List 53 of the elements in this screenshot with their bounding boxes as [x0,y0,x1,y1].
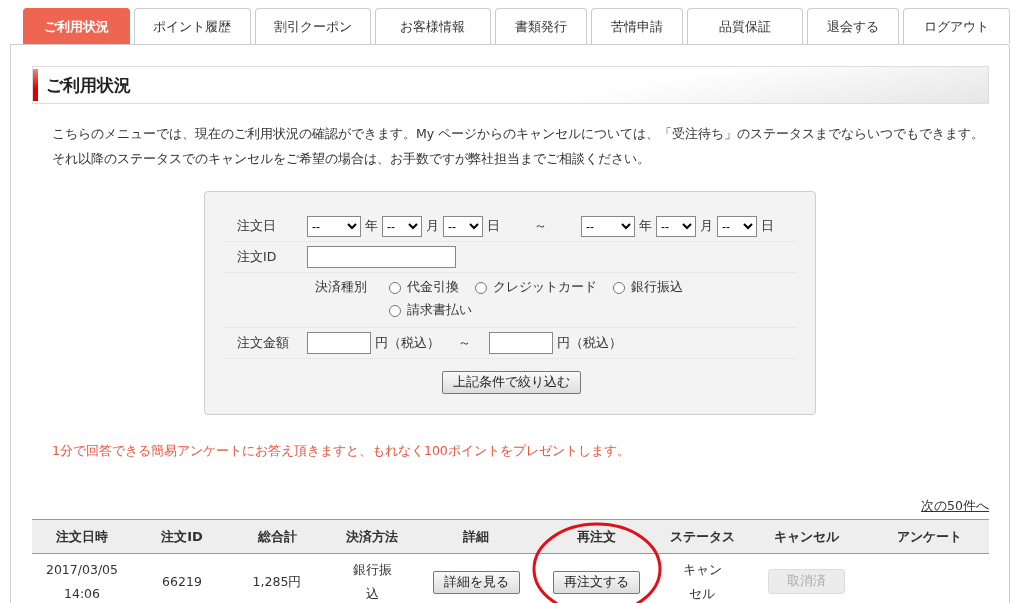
next-page-link[interactable]: 次の50件へ [921,498,989,515]
column-header: 再注文 [530,519,662,554]
nav-tab[interactable]: 品質保証 [686,8,803,44]
payment-radio[interactable]: 銀行振込 [613,279,683,296]
date-select[interactable]: -- [717,216,757,237]
date-unit-label: 月 [426,218,439,235]
column-header: ステータス [662,519,742,554]
date-unit-label: 日 [761,218,774,235]
order-id: 66219 [162,573,202,589]
payment-method: 銀行振込 [352,560,392,603]
nav-tab[interactable]: お客様情報 [374,8,491,44]
date-select[interactable]: -- [307,216,361,237]
column-header: 注文日時 [32,519,132,554]
filter-button[interactable]: 上記条件で絞り込む [441,371,581,394]
nav-tab[interactable]: 退会する [806,8,899,44]
range-separator: ～ [534,218,547,235]
date-unit-label: 月 [700,218,713,235]
unit-label: 円（税込） [375,334,440,352]
order-datetime: 2017/03/05 14:06 [44,560,119,603]
payment-radio[interactable]: クレジットカード [475,279,597,296]
nav-tab[interactable]: 割引クーポン [254,8,371,44]
date-select[interactable]: -- [443,216,483,237]
range-separator: ～ [458,334,471,352]
date-select[interactable]: -- [581,216,635,237]
date-unit-label: 年 [639,218,652,235]
date-unit-label: 年 [365,218,378,235]
payment-radio[interactable]: 代金引換 [389,279,459,296]
column-header: キャンセル [742,519,870,554]
column-header: 総合計 [232,519,322,554]
nav-tab[interactable]: 苦情申請 [590,8,683,44]
field-label: 決済種別 [315,279,368,296]
survey-notice: 1分で回答できる簡易アンケートにお答え頂きますと、もれなく100ポイントをプレゼントします。 [52,443,631,460]
field-label: 注文日 [237,218,277,235]
date-unit-label: 日 [487,218,500,235]
nav-tab[interactable]: ポイント履歴 [134,8,251,44]
intro-paragraph: こちらのメニューでは、現在のご利用状況の確認ができます。My ページからのキャンセルについては、「受注待ち」のステータスまでならいつでもできます。それ以降のステータスでのキャンセルをご希望の場合は、お手数ですが弊社担当までご相談ください。 [52,125,986,168]
nav-tab[interactable]: ログアウト [902,8,1010,44]
field-label: 注文金額 [237,334,290,352]
column-header: 注文ID [132,519,232,554]
order-total: 1,285円 [252,573,302,589]
column-header: 決済方法 [322,519,422,554]
column-header: アンケート [870,519,989,554]
date-select[interactable]: -- [656,216,696,237]
nav-tab[interactable]: 書類発行 [494,8,587,44]
detail-button[interactable]: 詳細を見る [432,570,520,594]
payment-radio[interactable]: 請求書払い [389,302,472,319]
unit-label: 円（税込） [557,334,622,352]
section-title: ご利用状況 [46,73,131,97]
column-header: 詳細 [422,519,530,554]
reorder-button[interactable]: 再注文する [552,570,640,594]
order-status: キャンセル [682,560,722,603]
date-select[interactable]: -- [382,216,422,237]
field-label: 注文ID [237,248,278,266]
